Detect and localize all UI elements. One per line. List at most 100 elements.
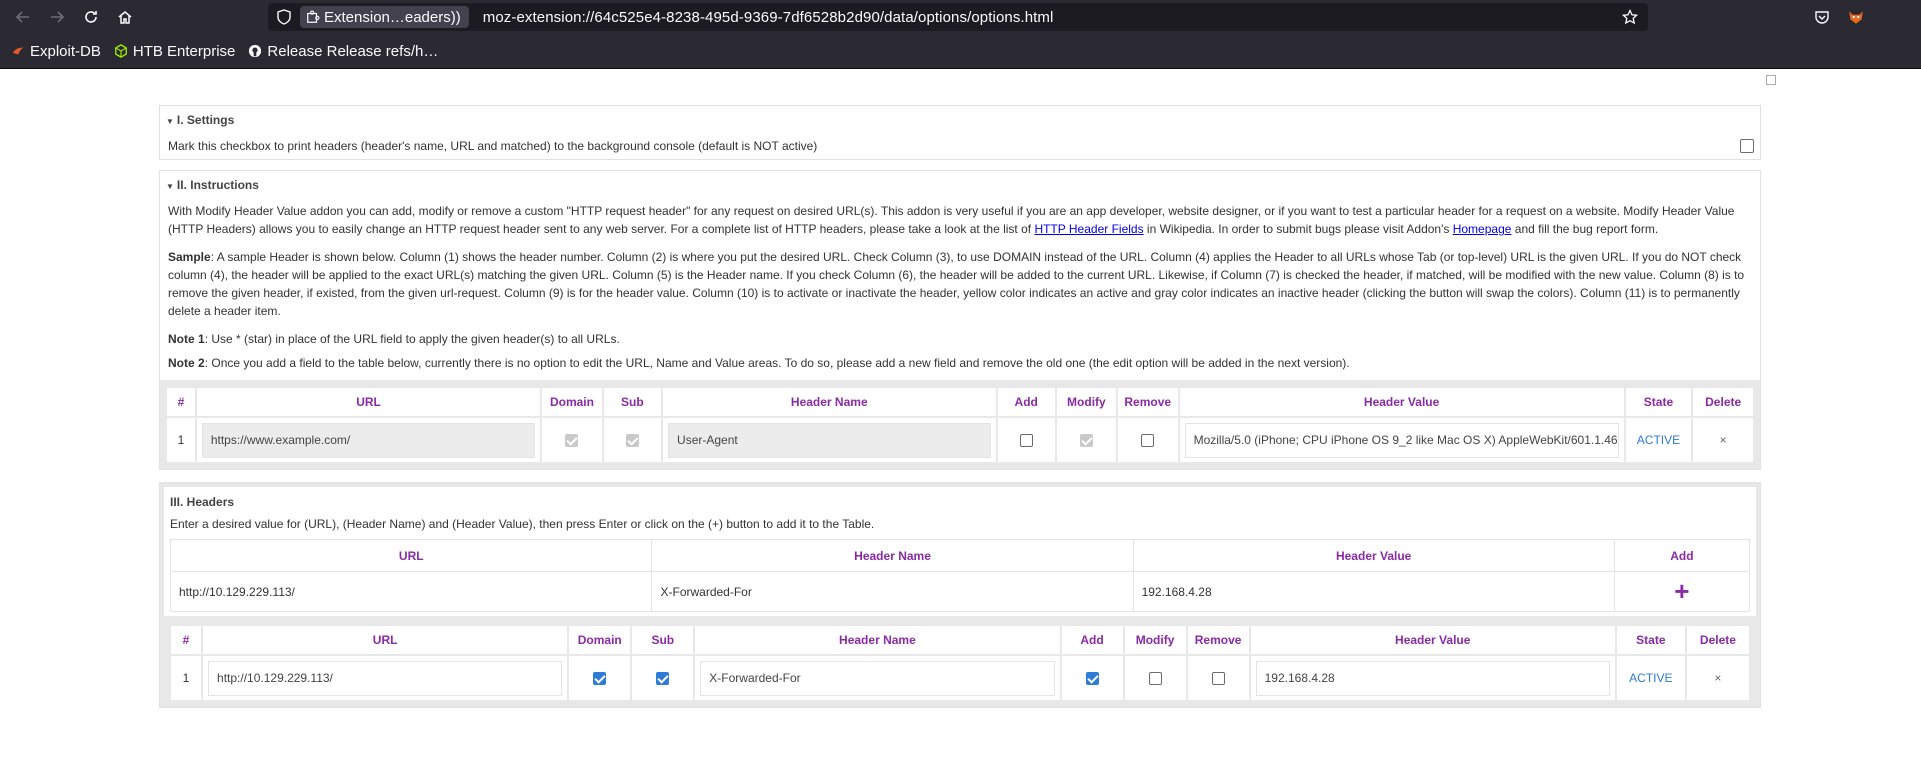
- add-header-input-row: http://10.129.229.113/ X-Forwarded-For 1…: [169, 571, 1751, 612]
- add-col-header-value: Header Value: [1132, 539, 1615, 572]
- forward-button[interactable]: [42, 2, 72, 32]
- back-button[interactable]: [8, 2, 38, 32]
- row-number: 1: [171, 656, 202, 700]
- url-cell: https://www.example.com/: [196, 418, 541, 462]
- console-log-checkbox[interactable]: [1740, 139, 1754, 153]
- bookmark-label: HTB Enterprise: [132, 42, 236, 60]
- col-header-add: Add: [997, 388, 1055, 416]
- row-domain-checkbox[interactable]: [593, 672, 607, 686]
- sample-table-wrap: # URL Domain Sub Header Name Add Modify …: [160, 380, 1760, 469]
- bookmark-htb-enterprise[interactable]: HTB Enterprise: [113, 42, 236, 60]
- sample-table: # URL Domain Sub Header Name Add Modify …: [165, 386, 1755, 464]
- add-col-add: Add: [1613, 539, 1751, 572]
- plus-icon: +: [1674, 575, 1690, 606]
- content-wrapper: ▼ I. Settings Mark this checkbox to print…: [159, 105, 1761, 708]
- add-button[interactable]: +: [1613, 571, 1751, 612]
- back-arrow-icon: [15, 11, 29, 23]
- sample-table-header-row: # URL Domain Sub Header Name Add Modify …: [167, 388, 1753, 416]
- header-value-input[interactable]: 192.168.4.28: [1132, 571, 1615, 612]
- bookmarks-bar: Exploit-DB HTB Enterprise Release Releas…: [0, 34, 1921, 69]
- add-header-table-header-row: URL Header Name Header Value Add: [169, 539, 1751, 572]
- headers-table: # URL Domain Sub Header Name Add Modify …: [169, 624, 1751, 702]
- bookmark-star-icon[interactable]: [1621, 8, 1639, 25]
- headers-description: Enter a desired value for (URL), (Header…: [170, 517, 875, 531]
- sample-header-name-field: User-Agent: [668, 422, 991, 458]
- col-header-number: #: [171, 626, 202, 654]
- note2-text: : Once you add a field to the table belo…: [204, 356, 1350, 370]
- settings-header[interactable]: ▼ I. Settings: [160, 106, 1760, 133]
- col-header-header-value: Header Value: [1179, 388, 1624, 416]
- url-text[interactable]: moz-extension://64c525e4-8238-495d-9369-…: [483, 9, 1054, 26]
- resize-corner-icon[interactable]: [1766, 75, 1776, 85]
- modify-cell: [1056, 418, 1116, 462]
- extension-identity-pill[interactable]: Extension…eaders)): [300, 6, 469, 28]
- bookmark-label: Release Release refs/h…: [267, 42, 439, 60]
- row-sub-checkbox[interactable]: [656, 672, 670, 686]
- row-header-value-field: 192.168.4.28: [1255, 660, 1610, 696]
- row-delete-button[interactable]: ×: [1714, 671, 1721, 685]
- col-header-delete: Delete: [1686, 626, 1749, 654]
- row-number: 1: [167, 418, 195, 462]
- row-add-checkbox[interactable]: [1085, 672, 1099, 686]
- col-header-header-name: Header Name: [663, 388, 996, 416]
- sample-remove-checkbox[interactable]: [1141, 434, 1155, 448]
- sample-label: Sample: [168, 250, 211, 264]
- instructions-text: and fill the bug report form.: [1511, 222, 1659, 236]
- forward-arrow-icon: [51, 11, 65, 23]
- col-header-sub: Sub: [603, 388, 662, 416]
- instructions-section: ▼ II. Instructions With Modify Header Val…: [159, 170, 1761, 470]
- col-header-add: Add: [1061, 626, 1123, 654]
- url-input[interactable]: http://10.129.229.113/: [169, 571, 653, 612]
- sample-text: : A sample Header is shown below. Column…: [168, 250, 1745, 318]
- domain-cell: [542, 418, 602, 462]
- bookmark-release[interactable]: Release Release refs/h…: [247, 43, 438, 60]
- browser-toolbar: Extension…eaders)) moz-extension://64c52…: [0, 0, 1921, 34]
- add-header-table: URL Header Name Header Value Add http://…: [169, 539, 1751, 612]
- url-cell: http://10.129.229.113/: [203, 656, 568, 700]
- fox-extension-icon[interactable]: [1845, 6, 1867, 28]
- pocket-icon[interactable]: [1811, 6, 1833, 28]
- state-cell: ACTIVE: [1625, 418, 1692, 462]
- sample-header-value-field: Mozilla/5.0 (iPhone; CPU iPhone OS 9_2 l…: [1184, 422, 1619, 458]
- add-col-url: URL: [169, 539, 653, 572]
- extensions-menu-icon[interactable]: [1879, 6, 1901, 28]
- row-remove-checkbox[interactable]: [1211, 672, 1225, 686]
- col-header-state: State: [1625, 388, 1692, 416]
- sample-delete-button[interactable]: ×: [1720, 433, 1727, 447]
- modify-cell: [1124, 656, 1186, 700]
- col-header-modify: Modify: [1056, 388, 1116, 416]
- note1-text: : Use * (star) in place of the URL field…: [204, 332, 620, 346]
- bookmark-exploit-db[interactable]: Exploit-DB: [10, 43, 101, 60]
- col-header-domain: Domain: [542, 388, 602, 416]
- col-header-state: State: [1616, 626, 1685, 654]
- row-header-name-field: X-Forwarded-For: [700, 660, 1055, 696]
- headers-title: III. Headers: [170, 495, 235, 509]
- github-icon: [247, 43, 263, 59]
- homepage-link[interactable]: Homepage: [1453, 222, 1512, 236]
- sample-add-checkbox[interactable]: [1019, 434, 1033, 448]
- sample-domain-checkbox: [565, 434, 579, 448]
- instructions-header[interactable]: ▼ II. Instructions: [160, 171, 1760, 198]
- row-state-toggle[interactable]: ACTIVE: [1629, 671, 1672, 685]
- remove-cell: [1187, 656, 1249, 700]
- header-name-cell: X-Forwarded-For: [695, 656, 1060, 700]
- reload-button[interactable]: [76, 2, 106, 32]
- col-header-domain: Domain: [569, 626, 631, 654]
- url-bar[interactable]: Extension…eaders)) moz-extension://64c52…: [268, 3, 1648, 31]
- sample-paragraph: Sample: A sample Header is shown below. …: [168, 248, 1752, 320]
- header-name-input[interactable]: X-Forwarded-For: [651, 571, 1134, 612]
- sub-cell: [603, 418, 662, 462]
- shield-icon[interactable]: [276, 9, 292, 25]
- headers-section: III. Headers Enter a desired value for (…: [159, 482, 1761, 708]
- http-header-fields-link[interactable]: HTTP Header Fields: [1034, 222, 1143, 236]
- headers-table-wrap: # URL Domain Sub Header Name Add Modify …: [164, 616, 1756, 707]
- home-button[interactable]: [110, 2, 140, 32]
- settings-title: I. Settings: [176, 113, 235, 127]
- row-url-field: http://10.129.229.113/: [208, 660, 563, 696]
- row-modify-checkbox[interactable]: [1148, 672, 1162, 686]
- bookmark-label: Exploit-DB: [30, 42, 101, 60]
- note1-paragraph: Note 1: Use * (star) in place of the URL…: [168, 330, 1752, 348]
- htb-cube-icon: [113, 43, 129, 59]
- sample-state-toggle[interactable]: ACTIVE: [1637, 433, 1680, 447]
- puzzle-icon: [306, 10, 320, 24]
